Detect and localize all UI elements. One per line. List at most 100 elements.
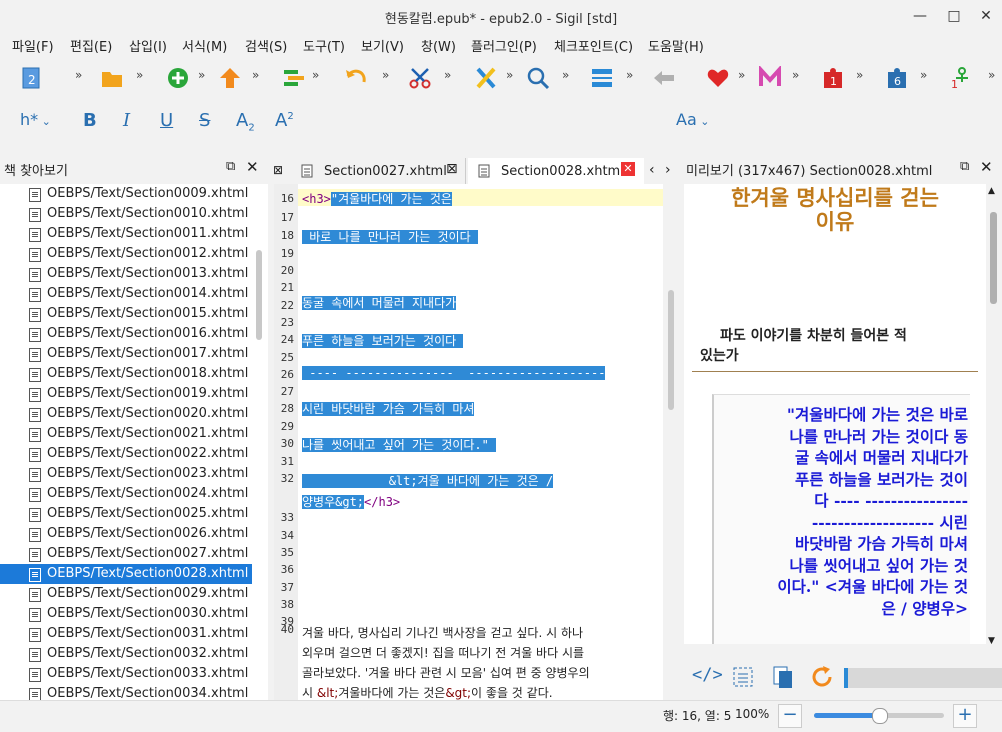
heading-dropdown[interactable]: h* ⌄	[20, 110, 51, 129]
zoom-in-button[interactable]: +	[953, 704, 977, 728]
menu-window[interactable]: 창(W)	[421, 36, 456, 55]
file-tree-item[interactable]: OEBPS/Text/Section0020.xhtml	[0, 404, 252, 424]
preview-scrollbar[interactable]	[990, 212, 997, 304]
toolbar-overflow-icon[interactable]: »	[136, 68, 143, 82]
new-file-icon[interactable]: 2	[20, 66, 44, 90]
browser-scrollbar[interactable]	[256, 250, 262, 340]
tab-scroll-right-icon[interactable]: ›	[665, 162, 671, 178]
refresh-icon[interactable]	[810, 665, 834, 689]
file-tree-item[interactable]: OEBPS/Text/Section0023.xhtml	[0, 464, 252, 484]
file-tree-item[interactable]: OEBPS/Text/Section0018.xhtml	[0, 364, 252, 384]
file-tree-item[interactable]: OEBPS/Text/Section0032.xhtml	[0, 644, 252, 664]
zoom-slider[interactable]	[814, 708, 944, 724]
toolbar-overflow-icon[interactable]: »	[626, 68, 633, 82]
file-tree-item[interactable]: OEBPS/Text/Section0024.xhtml	[0, 484, 252, 504]
file-tree-item[interactable]: OEBPS/Text/Section0009.xhtml	[0, 184, 252, 204]
file-tree-item[interactable]: OEBPS/Text/Section0025.xhtml	[0, 504, 252, 524]
menu-checkpoints[interactable]: 체크포인트(C)	[554, 36, 633, 55]
plugin-1-icon[interactable]: 1	[822, 66, 846, 90]
menu-file[interactable]: 파일(F)	[12, 36, 54, 55]
file-tree-item[interactable]: OEBPS/Text/Section0019.xhtml	[0, 384, 252, 404]
file-tree-item[interactable]: OEBPS/Text/Section0010.xhtml	[0, 204, 252, 224]
move-up-icon[interactable]	[218, 66, 242, 90]
copy-icon[interactable]	[772, 665, 794, 689]
back-arrow-icon[interactable]	[652, 66, 676, 90]
text-case-dropdown[interactable]: Aa ⌄	[676, 110, 709, 129]
tab-section0027[interactable]: Section0027.xhtml ⊠	[291, 158, 466, 184]
undo-icon[interactable]	[344, 66, 368, 90]
zoom-slider-handle[interactable]	[872, 708, 888, 724]
file-tree-item[interactable]: OEBPS/Text/Section0029.xhtml	[0, 584, 252, 604]
file-tree-item[interactable]: OEBPS/Text/Section0016.xhtml	[0, 324, 252, 344]
toolbar-overflow-icon[interactable]: »	[856, 68, 863, 82]
float-panel-icon[interactable]: ⧉	[226, 159, 235, 174]
toolbar-overflow-icon[interactable]: »	[988, 68, 995, 82]
menu-edit[interactable]: 편집(E)	[70, 36, 112, 55]
file-tree-item[interactable]: OEBPS/Text/Section0017.xhtml	[0, 344, 252, 364]
close-panel-icon[interactable]: ✕	[980, 158, 993, 176]
tab-scroll-left-icon[interactable]: ‹	[649, 162, 655, 178]
file-tree-item[interactable]: OEBPS/Text/Section0015.xhtml	[0, 304, 252, 324]
file-tree-item[interactable]: OEBPS/Text/Section0034.xhtml	[0, 684, 252, 700]
subscript-icon[interactable]: A2	[236, 110, 255, 134]
close-tab-icon[interactable]: ⊠	[446, 161, 458, 177]
italic-icon[interactable]: I	[123, 110, 130, 131]
plugin-2-icon[interactable]: 6	[886, 66, 910, 90]
file-tree-item[interactable]: OEBPS/Text/Section0014.xhtml	[0, 284, 252, 304]
menu-insert[interactable]: 삽입(I)	[129, 36, 167, 55]
menu-view[interactable]: 보기(V)	[361, 36, 404, 55]
underline-icon[interactable]: U	[160, 110, 173, 131]
menu-plugins[interactable]: 플러그인(P)	[471, 36, 537, 55]
metadata-icon[interactable]	[282, 66, 306, 90]
file-tree-item[interactable]: OEBPS/Text/Section0033.xhtml	[0, 664, 252, 684]
file-tree-item[interactable]: OEBPS/Text/Section0030.xhtml	[0, 604, 252, 624]
toolbar-overflow-icon[interactable]: »	[252, 68, 259, 82]
cut-icon[interactable]	[408, 66, 432, 90]
toolbar-overflow-icon[interactable]: »	[382, 68, 389, 82]
toolbar-overflow-icon[interactable]: »	[198, 68, 205, 82]
close-tab-icon[interactable]: ✕	[621, 162, 635, 176]
search-icon[interactable]	[526, 66, 550, 90]
file-tree-item[interactable]: OEBPS/Text/Section0026.xhtml	[0, 524, 252, 544]
x-tool-icon[interactable]	[474, 66, 498, 90]
open-folder-icon[interactable]	[100, 66, 124, 90]
zoom-out-button[interactable]: −	[778, 704, 802, 728]
toolbar-overflow-icon[interactable]: »	[562, 68, 569, 82]
inspect-icon[interactable]	[732, 666, 754, 688]
superscript-icon[interactable]: A2	[275, 110, 294, 131]
close-panel-icon[interactable]: ✕	[246, 158, 259, 176]
maximize-icon[interactable]: □	[944, 6, 964, 26]
tab-section0028[interactable]: Section0028.xhtml ✕	[468, 158, 644, 184]
close-icon[interactable]: ✕	[976, 6, 996, 26]
file-tree-item[interactable]: OEBPS/Text/Section0011.xhtml	[0, 224, 252, 244]
minimize-icon[interactable]: —	[910, 6, 930, 26]
menu-format[interactable]: 서식(M)	[182, 36, 227, 55]
scroll-up-icon[interactable]: ▲	[988, 186, 995, 196]
file-tree-item[interactable]: OEBPS/Text/Section0012.xhtml	[0, 244, 252, 264]
add-icon[interactable]	[166, 66, 190, 90]
file-tree-item[interactable]: OEBPS/Text/Section0013.xhtml	[0, 264, 252, 284]
close-tab-icon[interactable]: ⊠	[273, 163, 283, 177]
file-tree-item[interactable]: OEBPS/Text/Section0027.xhtml	[0, 544, 252, 564]
file-tree-item[interactable]: OEBPS/Text/Section0031.xhtml	[0, 624, 252, 644]
strikethrough-icon[interactable]: S	[199, 110, 210, 131]
scroll-down-icon[interactable]: ▼	[988, 636, 995, 646]
m-icon[interactable]	[758, 64, 782, 90]
menu-help[interactable]: 도움말(H)	[648, 36, 704, 55]
editor-scrollbar[interactable]	[668, 290, 674, 410]
toolbar-overflow-icon[interactable]: »	[792, 68, 799, 82]
float-panel-icon[interactable]: ⧉	[960, 159, 969, 174]
toolbar-overflow-icon[interactable]: »	[75, 68, 82, 82]
toolbar-overflow-icon[interactable]: »	[738, 68, 745, 82]
file-tree-item[interactable]: OEBPS/Text/Section0021.xhtml	[0, 424, 252, 444]
file-tree-item[interactable]: OEBPS/Text/Section0022.xhtml	[0, 444, 252, 464]
toolbar-overflow-icon[interactable]: »	[506, 68, 513, 82]
toolbar-overflow-icon[interactable]: »	[444, 68, 451, 82]
plugin-3-icon[interactable]: 1	[950, 66, 974, 91]
split-icon[interactable]	[590, 66, 614, 90]
toolbar-overflow-icon[interactable]: »	[312, 68, 319, 82]
menu-search[interactable]: 검색(S)	[245, 36, 287, 55]
code-view-icon[interactable]: </>	[692, 665, 723, 685]
file-tree-item[interactable]: OEBPS/Text/Section0028.xhtml	[0, 564, 252, 584]
menu-tools[interactable]: 도구(T)	[303, 36, 345, 55]
